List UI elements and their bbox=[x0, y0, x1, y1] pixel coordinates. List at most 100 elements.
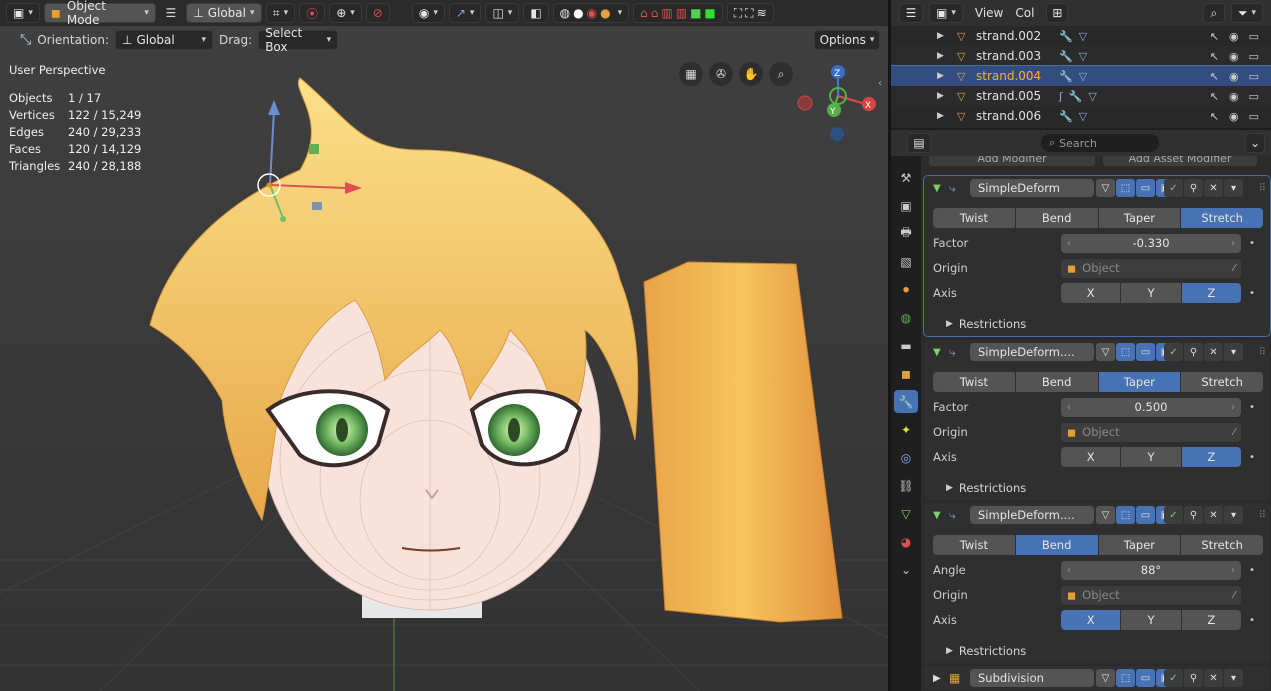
add-modifier-button[interactable]: Add Modifier bbox=[929, 156, 1095, 166]
xray-toggle[interactable]: ◧ bbox=[523, 3, 549, 23]
keyframe-dot-icon[interactable]: • bbox=[1249, 402, 1255, 413]
mode-stretch[interactable]: Stretch bbox=[1181, 208, 1263, 228]
menu-view[interactable]: View bbox=[975, 6, 1003, 20]
view-toggles[interactable]: ⛶ ⛶ ≋ bbox=[726, 3, 774, 23]
remove-x-icon[interactable]: ✕ bbox=[1204, 669, 1223, 687]
editmode-icon[interactable]: ⬚ bbox=[1116, 506, 1135, 524]
wrench-icon[interactable]: 🔧 bbox=[1059, 30, 1073, 43]
edit-cage-icon[interactable]: ▽ bbox=[1096, 669, 1115, 687]
mode-bend[interactable]: Bend bbox=[1015, 372, 1099, 392]
mode-taper[interactable]: Taper bbox=[1098, 208, 1182, 228]
keyframe-dot-icon[interactable]: • bbox=[1249, 288, 1255, 299]
outliner-row[interactable]: ▶ ▽ strand.006 🔧 ▽ ↖ ◉ ▭ bbox=[891, 106, 1271, 126]
frame-icon[interactable]: ⛶ bbox=[745, 6, 753, 21]
object-tab-icon[interactable]: ◼ bbox=[894, 362, 918, 385]
viewport-display-icon[interactable]: ▭ bbox=[1136, 343, 1155, 361]
eyedropper-icon[interactable]: ⁄ bbox=[1233, 590, 1235, 601]
bookmark-icon[interactable]: ▥ bbox=[676, 6, 687, 20]
pan-hand-icon[interactable]: ✋ bbox=[739, 62, 763, 86]
collection-tab-icon[interactable]: ▬ bbox=[894, 334, 918, 357]
keyframe-dot-icon[interactable]: • bbox=[1249, 565, 1255, 576]
editmode-icon[interactable]: ⬚ bbox=[1116, 343, 1135, 361]
axis-y[interactable]: Y bbox=[1121, 283, 1182, 303]
outliner-row[interactable]: ▶ ▽ strand.002 🔧 ▽ ↖ ◉ ▭ bbox=[891, 26, 1271, 46]
expand-arrow-icon[interactable]: ▶ bbox=[937, 91, 944, 101]
expand-arrow-icon[interactable]: ▶ bbox=[937, 31, 944, 41]
expand-arrow-icon[interactable]: ▶ bbox=[946, 319, 953, 329]
wrench-icon[interactable]: 🔧 bbox=[1069, 90, 1083, 103]
camera-view-icon[interactable]: ✇ bbox=[709, 62, 733, 86]
layers-icon[interactable]: ≋ bbox=[757, 6, 767, 20]
view-layer-tab-icon[interactable]: ▧ bbox=[894, 250, 918, 273]
restrictions-subpanel[interactable]: ▶ Restrictions bbox=[946, 642, 1026, 660]
modifier-menu-icon[interactable]: ▾ bbox=[1224, 506, 1243, 524]
wireframe-shading-icon[interactable]: ◍ bbox=[560, 6, 570, 20]
mesh-data-icon[interactable]: ▽ bbox=[1088, 90, 1096, 103]
grid-view-icon[interactable]: ▦ bbox=[679, 62, 703, 86]
remove-x-icon[interactable]: ✕ bbox=[1204, 179, 1223, 197]
expand-arrow-icon[interactable]: ▶ bbox=[937, 71, 944, 81]
view-object-types-button[interactable]: ◉ ▾ bbox=[411, 3, 445, 23]
drag-grip-icon[interactable]: ⠿ bbox=[1259, 347, 1266, 358]
pin-icon[interactable]: ⚲ bbox=[1184, 506, 1203, 524]
properties-search-input[interactable]: ⌕ Search bbox=[1041, 134, 1159, 152]
decrement-arrow-icon[interactable]: ‹ bbox=[1067, 565, 1071, 576]
modifiers-tab-icon[interactable]: 🔧 bbox=[894, 390, 918, 413]
viewport-display-icon[interactable]: ▭ bbox=[1136, 506, 1155, 524]
keyframe-dot-icon[interactable]: • bbox=[1249, 238, 1255, 249]
restrictions-subpanel[interactable]: ▶ Restrictions bbox=[946, 479, 1026, 497]
eye-icon[interactable]: ◉ bbox=[1229, 30, 1239, 43]
drag-grip-icon[interactable]: ⠿ bbox=[1259, 510, 1266, 521]
mesh-data-icon[interactable]: ▽ bbox=[1079, 30, 1087, 43]
pin-icon[interactable]: ⚲ bbox=[1184, 669, 1203, 687]
camera-icon[interactable]: ▭ bbox=[1249, 30, 1259, 43]
data-tab-icon[interactable]: ▽ bbox=[894, 502, 918, 525]
expand-arrow-icon[interactable]: ▶ bbox=[937, 51, 944, 61]
wrench-icon[interactable]: 🔧 bbox=[1059, 110, 1073, 123]
mode-taper[interactable]: Taper bbox=[1098, 372, 1182, 392]
physics-tab-icon[interactable]: ◎ bbox=[894, 446, 918, 469]
mode-twist[interactable]: Twist bbox=[933, 208, 1016, 228]
modifier-name-field[interactable]: SimpleDeform.... bbox=[970, 506, 1094, 524]
mode-bend[interactable]: Bend bbox=[1015, 535, 1099, 555]
apply-check-icon[interactable]: ✓ bbox=[1164, 506, 1183, 524]
param-number-field[interactable]: ‹ 88° › bbox=[1061, 560, 1241, 580]
camera-icon[interactable]: ▭ bbox=[1249, 70, 1259, 83]
axis-y[interactable]: Y bbox=[1121, 610, 1182, 630]
mode-twist[interactable]: Twist bbox=[933, 372, 1016, 392]
mode-stretch[interactable]: Stretch bbox=[1181, 372, 1263, 392]
apply-check-icon[interactable]: ✓ bbox=[1164, 343, 1183, 361]
material-tab-icon[interactable]: ◕ bbox=[894, 530, 918, 553]
extra-toolbar-icons[interactable]: ⌂ ⌂ ▥ ▥ ■ ■ bbox=[633, 3, 723, 23]
new-collection-button[interactable]: ⊞ bbox=[1046, 3, 1069, 23]
viewport-display-icon[interactable]: ▭ bbox=[1136, 179, 1155, 197]
pin-icon[interactable]: ⚲ bbox=[1184, 343, 1203, 361]
origin-object-field[interactable]: ◼ Object ⁄ bbox=[1061, 585, 1241, 605]
wrench-icon[interactable]: 🔧 bbox=[1059, 50, 1073, 63]
eyedropper-icon[interactable]: ⁄ bbox=[1233, 263, 1235, 274]
eye-icon[interactable]: ◉ bbox=[1229, 50, 1239, 63]
mode-select[interactable]: ◼ Object Mode ▾ bbox=[43, 0, 156, 27]
outliner-row[interactable]: ▶ ▽ strand.005 ʃ 🔧 ▽ ↖ ◉ ▭ bbox=[891, 86, 1271, 106]
eye-icon[interactable]: ◉ bbox=[1229, 90, 1239, 103]
filter-button[interactable]: ⏷ ▾ bbox=[1230, 3, 1263, 23]
transform-orientation-select[interactable]: ⊥ Global ▾ bbox=[185, 3, 262, 23]
editmode-icon[interactable]: ⬚ bbox=[1116, 179, 1135, 197]
edit-cage-icon[interactable]: ▽ bbox=[1096, 179, 1115, 197]
apply-check-icon[interactable]: ✓ bbox=[1164, 179, 1183, 197]
hamburger-menu-icon[interactable]: ☰ bbox=[160, 3, 182, 23]
outliner-row[interactable]: ▶ ▽ strand.003 🔧 ▽ ↖ ◉ ▭ bbox=[891, 46, 1271, 66]
eye-icon[interactable]: ◉ bbox=[1229, 110, 1239, 123]
modifier-name-field[interactable]: Subdivision bbox=[970, 669, 1094, 687]
select-arrow-icon[interactable]: ↖ bbox=[1210, 30, 1219, 43]
select-arrow-icon[interactable]: ↖ bbox=[1210, 110, 1219, 123]
axis-z[interactable]: Z bbox=[1181, 283, 1241, 303]
expand-arrow-icon[interactable]: ▶ bbox=[937, 111, 944, 121]
outliner-row-selected[interactable]: ▶ ▽ strand.004 🔧 ▽ ↖ ◉ ▭ bbox=[891, 65, 1271, 87]
keyframe-dot-icon[interactable]: • bbox=[1249, 615, 1255, 626]
snap-target-button[interactable]: ⊕ ▾ bbox=[329, 3, 362, 23]
frame-icon[interactable]: ⛶ bbox=[734, 6, 742, 21]
mesh-data-icon[interactable]: ▽ bbox=[1079, 110, 1087, 123]
more-tabs-icon[interactable]: ⌄ bbox=[894, 558, 918, 581]
house-icon[interactable]: ⌂ bbox=[640, 6, 648, 20]
